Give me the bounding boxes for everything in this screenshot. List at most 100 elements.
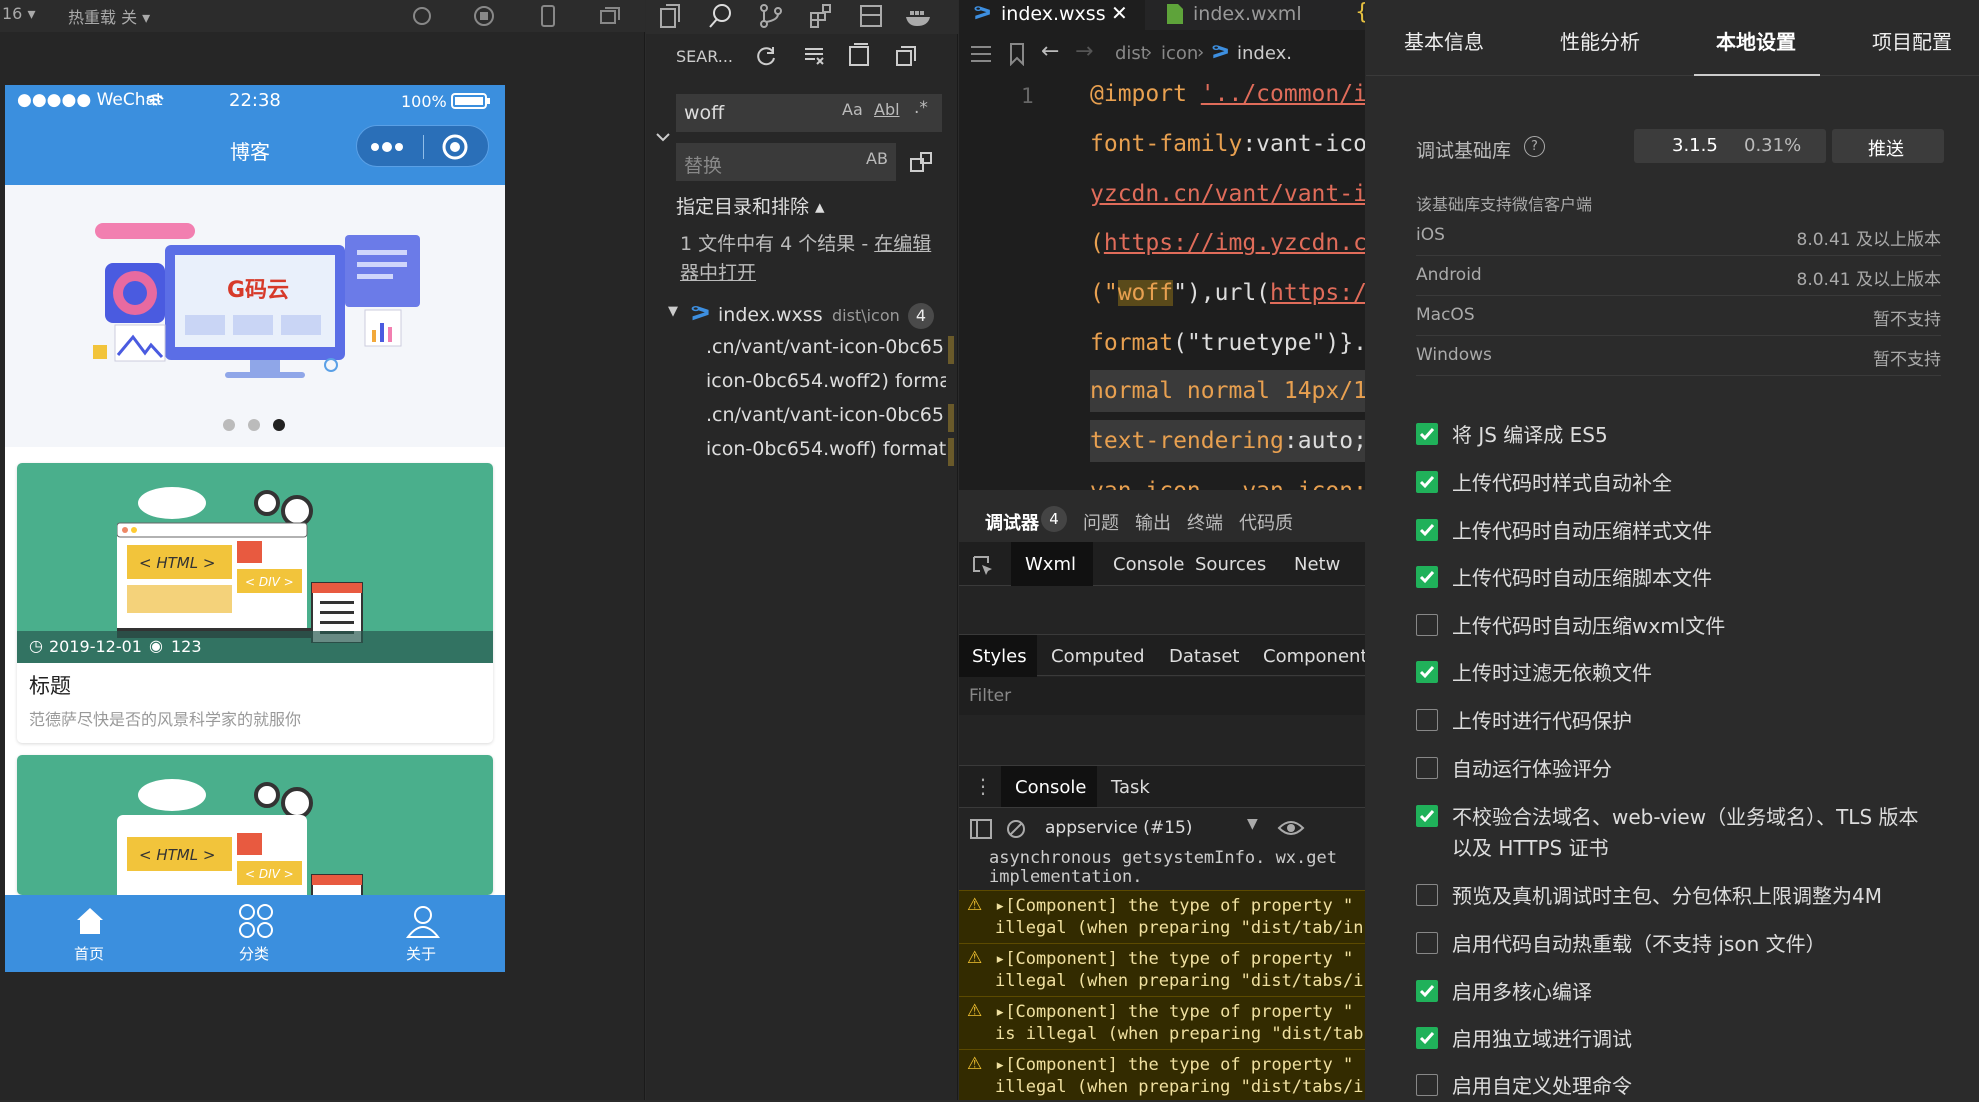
carousel-dot[interactable]	[223, 419, 235, 431]
lib-version-select[interactable]: 3.1.5 0.31%	[1634, 129, 1826, 163]
code-line[interactable]: (https://img.yzcdn.c	[1090, 230, 1365, 256]
clear-console-icon[interactable]	[1005, 818, 1027, 840]
checkbox-checked[interactable]	[1416, 661, 1438, 683]
tab-home[interactable]: 首页	[55, 895, 125, 972]
editor-tab-active[interactable]: ᕗ index.wxss ✕	[959, 0, 1145, 30]
inspect-icon[interactable]	[971, 554, 995, 578]
help-icon[interactable]: ?	[1524, 136, 1545, 157]
tab-category[interactable]: 分类	[220, 895, 290, 972]
scope-toggle[interactable]: 指定目录和排除 ▴	[676, 192, 825, 219]
close-miniapp-icon[interactable]	[441, 133, 469, 161]
list-icon[interactable]	[969, 44, 993, 64]
search-icon[interactable]	[708, 3, 734, 29]
code-line[interactable]: font-family:vant-ico	[1090, 131, 1365, 157]
clear-results-icon[interactable]	[802, 44, 826, 68]
search-input[interactable]: woff Aa Abl .*	[676, 94, 942, 132]
code-line[interactable]: van-icon, .van-icon:b	[1090, 478, 1365, 490]
breadcrumb-item[interactable]: dist	[1115, 43, 1148, 64]
phone-icon[interactable]	[536, 4, 560, 28]
checkbox-checked[interactable]	[1416, 980, 1438, 1002]
layout-icon[interactable]	[858, 3, 884, 29]
preserve-case-toggle[interactable]: AB	[866, 149, 888, 168]
tab-sources[interactable]: Sources	[1195, 554, 1266, 575]
replace-input[interactable]: 替换 AB	[676, 143, 896, 181]
checkbox-checked[interactable]	[1416, 519, 1438, 541]
code-line[interactable]: yzcdn.cn/vant/vant-i	[1090, 181, 1365, 207]
breadcrumb-item[interactable]: index.	[1237, 43, 1292, 64]
result-line[interactable]: .cn/vant/vant-icon-0bc65...	[706, 336, 946, 358]
new-search-editor-icon[interactable]	[846, 42, 872, 68]
whole-word-toggle[interactable]: Abl	[874, 100, 900, 119]
tab-console[interactable]: Console	[1113, 554, 1184, 575]
checkbox-checked[interactable]	[1416, 805, 1438, 827]
tab-performance[interactable]: 性能分析	[1560, 26, 1640, 55]
tab-output[interactable]: 输出	[1135, 509, 1171, 535]
checkbox-unchecked[interactable]	[1416, 932, 1438, 954]
result-line[interactable]: icon-0bc654.woff) format(...	[706, 438, 946, 460]
drawer-tab-task[interactable]: Task	[1111, 777, 1150, 798]
tab-code-quality[interactable]: 代码质	[1239, 509, 1293, 535]
code-line[interactable]: format("truetype")}.	[1090, 330, 1365, 356]
tab-computed[interactable]: Computed	[1051, 646, 1145, 667]
code-line[interactable]: normal normal 14px/1	[1090, 370, 1365, 412]
checkbox-checked[interactable]	[1416, 423, 1438, 445]
tab-local-settings[interactable]: 本地设置	[1716, 26, 1796, 55]
forward-icon[interactable]: →	[1075, 39, 1093, 64]
tab-styles[interactable]: Styles	[959, 635, 1037, 677]
editor-tab[interactable]: index.wxml	[1155, 0, 1345, 30]
article-card[interactable]: < HTML > < DIV >	[17, 755, 493, 895]
checkbox-unchecked[interactable]	[1416, 1074, 1438, 1096]
chevron-down-icon[interactable]: ▼	[1247, 816, 1258, 832]
back-icon[interactable]: ←	[1041, 39, 1059, 64]
result-line[interactable]: icon-0bc654.woff2) forma...	[706, 370, 946, 392]
regex-toggle[interactable]: .*	[914, 98, 928, 118]
result-line[interactable]: .cn/vant/vant-icon-0bc65...	[706, 404, 946, 426]
checkbox-checked[interactable]	[1416, 471, 1438, 493]
hot-reload-toggle[interactable]: 热重载 关 ▾	[68, 4, 150, 28]
style-filter-input[interactable]: Filter	[959, 677, 1365, 715]
tab-debugger[interactable]: 调试器	[985, 509, 1039, 535]
checkbox-unchecked[interactable]	[1416, 884, 1438, 906]
stop-icon[interactable]	[472, 4, 496, 28]
bookmark-icon[interactable]	[1007, 42, 1027, 66]
match-case-toggle[interactable]: Aa	[842, 100, 863, 119]
carousel[interactable]: G码云	[5, 185, 505, 447]
tab-problems[interactable]: 问题	[1083, 509, 1119, 535]
refresh-icon[interactable]	[754, 44, 778, 68]
window-icon[interactable]	[598, 4, 622, 28]
files-icon[interactable]	[658, 3, 684, 29]
checkbox-checked[interactable]	[1416, 1027, 1438, 1049]
collapse-all-icon[interactable]	[894, 44, 918, 68]
tab-terminal[interactable]: 终端	[1187, 509, 1223, 535]
breadcrumb-item[interactable]: icon	[1161, 43, 1198, 64]
checkbox-checked[interactable]	[1416, 566, 1438, 588]
tab-component[interactable]: Component	[1263, 646, 1365, 667]
context-select[interactable]: appservice (#15)	[1039, 812, 1209, 844]
eye-icon[interactable]	[1277, 818, 1305, 838]
code-line[interactable]: @import '../common/i	[1090, 81, 1365, 107]
tab-about[interactable]: 关于	[387, 895, 457, 972]
replace-all-icon[interactable]	[908, 150, 934, 174]
docker-icon[interactable]	[904, 3, 934, 29]
tab-dataset[interactable]: Dataset	[1169, 646, 1240, 667]
close-tab-icon[interactable]: ✕	[1111, 1, 1128, 25]
checkbox-unchecked[interactable]	[1416, 757, 1438, 779]
push-button[interactable]: 推送	[1832, 129, 1944, 163]
toggle-replace-icon[interactable]	[654, 128, 672, 146]
zoom-select[interactable]: 16 ▾	[2, 4, 35, 23]
tab-network[interactable]: Netw	[1294, 554, 1340, 575]
tab-basic-info[interactable]: 基本信息	[1404, 26, 1484, 55]
tab-project-config[interactable]: 项目配置	[1872, 26, 1952, 55]
result-file[interactable]: ▼ ᕗ index.wxss dist\icon 4	[646, 298, 958, 332]
console-warning[interactable]: ⚠ ▸[Component] the type of property " il…	[959, 1049, 1365, 1100]
sidebar-toggle-icon[interactable]	[969, 818, 993, 840]
console-warning[interactable]: ⚠ ▸[Component] the type of property " il…	[959, 943, 1365, 996]
console-warning[interactable]: ⚠ ▸[Component] the type of property " il…	[959, 890, 1365, 943]
code-line[interactable]: ("woff"),url(https:/	[1090, 280, 1365, 306]
console-warning[interactable]: ⚠ ▸[Component] the type of property " is…	[959, 996, 1365, 1049]
drawer-tab-console[interactable]: Console	[1001, 766, 1097, 808]
extensions-icon[interactable]	[808, 3, 834, 29]
source-control-icon[interactable]	[758, 3, 784, 29]
carousel-dot[interactable]	[248, 419, 260, 431]
more-icon[interactable]	[369, 138, 405, 156]
